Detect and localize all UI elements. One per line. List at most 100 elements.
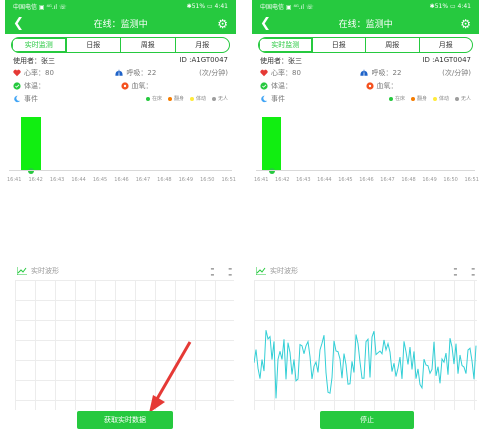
x-axis-ticks: 16:41 16:42 16:43 16:44 16:45 16:46 16:4… <box>7 177 236 183</box>
vitals-row-2: 体温： 血氧： <box>252 79 479 92</box>
user-row: 使用者：张三 ID :A1GT0047 <box>5 56 236 66</box>
breath-rate: 呼吸：22 <box>126 68 157 77</box>
page-title: 在线：监测中 <box>338 20 393 30</box>
lungs-icon <box>360 69 369 76</box>
thermometer-icon <box>13 81 21 90</box>
event-bar <box>262 117 281 171</box>
tick-label: 16:51 <box>221 177 236 183</box>
stop-button[interactable]: 停止 <box>320 411 414 429</box>
status-bar: 中国电信 ▣ ⁴ᴳ.ıl ☏ ✱51% ▭ 4:41 <box>5 0 236 13</box>
tick-label: 16:42 <box>275 177 290 183</box>
event-chart: 16:41 16:42 16:43 16:44 16:45 16:46 16:4… <box>5 115 236 183</box>
back-icon[interactable]: ❮ <box>13 17 24 30</box>
blood-oxygen: 血氧： <box>131 81 153 90</box>
vitals-row-1: 心率：80 呼吸：22 (次/分钟) <box>5 66 236 79</box>
x-axis-ticks: 16:41 16:42 16:43 16:44 16:45 16:46 16:4… <box>254 177 479 183</box>
heart-rate: 心率：80 <box>24 68 54 77</box>
blood-oxygen-icon <box>120 81 129 90</box>
temperature: 体温： <box>271 81 292 90</box>
status-right: ✱51% ▭ 4:41 <box>429 3 471 10</box>
event-marker <box>269 168 275 174</box>
tick-label: 16:43 <box>49 177 65 183</box>
moon-icon <box>14 95 21 102</box>
device-id: ID :A1GT0047 <box>179 56 228 64</box>
tick-label: 16:41 <box>7 177 22 183</box>
heart-icon <box>13 69 21 76</box>
wave-legend: ▬ ▬ ▬ ▬ <box>210 266 232 277</box>
tab-monthly[interactable]: 月报 <box>418 38 473 52</box>
tab-weekly[interactable]: 周报 <box>365 38 419 52</box>
back-icon[interactable]: ❮ <box>260 17 271 30</box>
status-left: 中国电信 ▣ ⁴ᴳ.ıl ☏ <box>13 4 67 11</box>
tab-monthly[interactable]: 月报 <box>174 38 230 52</box>
legend-item: 翻身 <box>167 95 184 102</box>
wave-panel: 实时波形 ▬ ▬ ▬ ▬ <box>254 262 477 410</box>
heart-icon <box>260 69 268 76</box>
legend-item: 体动 <box>189 95 206 102</box>
event-bar <box>21 117 41 171</box>
wave-grid <box>15 280 234 410</box>
tick-label: 16:47 <box>135 177 151 183</box>
tick-label: 16:46 <box>359 177 374 183</box>
event-label: 事件 <box>271 94 285 103</box>
tick-label: 16:47 <box>380 177 395 183</box>
phone-right: 中国电信 ▣ ⁴ᴳ.ıl ☏ ✱51% ▭ 4:41 ❮ 在线：监测中 ⚙ 实时… <box>252 0 479 429</box>
tick-label: 16:49 <box>422 177 437 183</box>
event-marker <box>28 168 34 174</box>
event-legend: 在床 翻身 体动 无人 <box>145 95 228 102</box>
heart-rate: 心率：80 <box>271 68 301 77</box>
tab-realtime[interactable]: 实时监测 <box>12 38 66 52</box>
tab-weekly[interactable]: 周报 <box>120 38 175 52</box>
arrow-icon <box>149 341 192 413</box>
blood-oxygen-icon <box>365 81 374 90</box>
chart-line-icon <box>17 267 27 275</box>
user-label: 使用者：张三 <box>13 57 55 65</box>
tick-label: 16:45 <box>338 177 353 183</box>
gear-icon[interactable]: ⚙ <box>460 17 471 31</box>
event-legend: 在床 翻身 体动 无人 <box>388 95 471 102</box>
wave-legend: ▬ ▬ ▬ ▬ <box>453 266 475 277</box>
event-label: 事件 <box>24 94 38 103</box>
tick-label: 16:43 <box>296 177 311 183</box>
tab-daily[interactable]: 日报 <box>65 38 121 52</box>
legend-item: 在床 <box>388 95 405 102</box>
gear-icon[interactable]: ⚙ <box>217 17 228 31</box>
screenshot: 中国电信 ▣ ⁴ᴳ.ıl ☏ ✱51% ▭ 4:41 ❮ 在线：监测中 ⚙ 实时… <box>0 0 479 429</box>
event-row: 事件 在床 翻身 体动 无人 <box>5 92 236 105</box>
lungs-icon <box>115 69 123 76</box>
vitals-row-2: 体温： 血氧： <box>5 79 236 92</box>
vitals-row-1: 心率：80 呼吸：22 (次/分钟) <box>252 66 479 79</box>
blood-oxygen: 血氧： <box>376 81 398 90</box>
temperature: 体温： <box>24 81 45 90</box>
x-axis <box>256 170 475 171</box>
wave-title: 实时波形 <box>31 267 59 275</box>
tick-label: 16:48 <box>401 177 416 183</box>
x-axis <box>9 170 232 171</box>
tick-label: 16:42 <box>28 177 43 183</box>
wave-title: 实时波形 <box>270 267 298 275</box>
wave-panel: 实时波形 ▬ ▬ ▬ ▬ <box>15 262 234 413</box>
status-bar: 中国电信 ▣ ⁴ᴳ.ıl ☏ ✱51% ▭ 4:41 <box>252 0 479 13</box>
tick-label: 16:44 <box>71 177 86 183</box>
legend-item: 翻身 <box>410 95 427 102</box>
phone-left: 中国电信 ▣ ⁴ᴳ.ıl ☏ ✱51% ▭ 4:41 ❮ 在线：监测中 ⚙ 实时… <box>5 0 236 429</box>
device-id: ID :A1GT0047 <box>422 56 471 64</box>
event-row: 事件 在床 翻身 体动 无人 <box>252 92 479 105</box>
moon-icon <box>261 95 268 102</box>
tick-label: 16:46 <box>114 177 129 183</box>
get-realtime-data-button[interactable]: 获取实时数据 <box>77 411 173 429</box>
app-bar: ❮ 在线：监测中 ⚙ <box>5 13 236 34</box>
tab-realtime[interactable]: 实时监测 <box>259 38 312 52</box>
legend-item: 无人 <box>211 95 228 102</box>
tick-label: 16:48 <box>157 177 172 183</box>
breath-unit: (次/分钟) <box>199 68 228 77</box>
tick-label: 16:44 <box>317 177 332 183</box>
tick-label: 16:41 <box>254 177 269 183</box>
legend-item: 无人 <box>454 95 471 102</box>
waveform-line <box>254 330 477 399</box>
tick-label: 16:49 <box>178 177 194 183</box>
chart-line-icon <box>256 267 266 275</box>
tab-daily[interactable]: 日报 <box>311 38 366 52</box>
legend-item: 体动 <box>432 95 449 102</box>
breath-rate: 呼吸：22 <box>371 68 402 77</box>
